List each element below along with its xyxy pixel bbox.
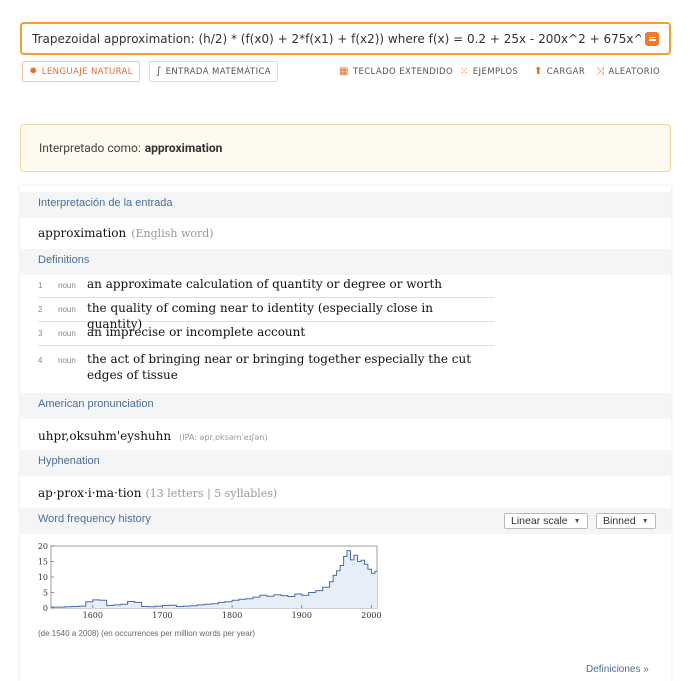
definition-pos: noun	[58, 305, 76, 314]
hyphenation-info: (13 letters | 5 syllables)	[145, 487, 278, 500]
pronunciation-ipa: (IPA: əprˌɒksəmˈeɪʃən)	[179, 433, 268, 442]
y-tick-label: 20	[38, 542, 48, 551]
natural-language-mode-button[interactable]: ✹ LENGUAJE NATURAL	[22, 61, 140, 82]
math-input-mode-button[interactable]: ∫ ENTRADA MATEMÁTICA	[149, 61, 279, 82]
x-tick-label: 2000	[361, 611, 381, 620]
x-tick-label: 1600	[83, 611, 103, 620]
pod-title-input: Interpretación de la entrada	[20, 192, 671, 218]
results-panel: Interpretación de la entrada approximati…	[20, 186, 671, 681]
search-box[interactable]	[20, 22, 671, 55]
scale-dropdown-label: Linear scale	[511, 515, 568, 527]
pronunciation-text: uhpr,oksuhm'eyshuhn	[38, 429, 172, 443]
random-link[interactable]: ⤨ ALEATORIO	[596, 66, 660, 77]
y-tick-label: 10	[38, 573, 48, 582]
y-tick-label: 0	[43, 604, 48, 613]
extended-keyboard-link[interactable]: ▦ TECLADO EXTENDIDO	[339, 66, 453, 77]
definition-row: 3 noun an imprecise or incomplete accoun…	[38, 322, 494, 346]
definition-row: 2 noun the quality of coming near to ide…	[38, 298, 494, 331]
definition-text: an approximate calculation of quantity o…	[87, 277, 443, 291]
definitions-more-link[interactable]: Definiciones »	[586, 664, 649, 675]
shuffle-icon: ⤨	[596, 66, 605, 77]
pod-title-pronunciation: American pronunciation	[20, 393, 671, 419]
pronunciation: uhpr,oksuhm'eyshuhn (IPA: əprˌɒksəmˈeɪʃən…	[38, 425, 267, 444]
definition-row: 4 noun the act of bringing near or bring…	[38, 346, 494, 388]
examples-link[interactable]: ⁙ EJEMPLOS	[460, 66, 518, 77]
binning-dropdown-label: Binned	[603, 515, 636, 527]
word-frequency-chart: 0 5 10 15 20 1600 1700 1800 1900 2000	[38, 542, 382, 620]
chart-caption: (de 1540 a 2008) (en occurrences per mil…	[38, 629, 255, 638]
input-word-hint: (English word)	[131, 227, 214, 240]
submit-button[interactable]	[645, 31, 659, 46]
interpretation-prefix: Interpretado como:	[39, 141, 141, 155]
pod-title-definitions: Definitions	[20, 249, 671, 275]
upload-link[interactable]: ⬆ CARGAR	[534, 66, 585, 77]
chevron-down-icon: ▼	[573, 517, 581, 525]
scale-dropdown[interactable]: Linear scale ▼	[504, 513, 588, 529]
binning-dropdown[interactable]: Binned ▼	[596, 513, 656, 529]
x-tick-label: 1900	[292, 611, 312, 620]
integral-icon: ∫	[156, 66, 162, 77]
definition-number: 2	[38, 305, 43, 314]
pod-title-hyphenation: Hyphenation	[20, 450, 671, 476]
interpretation-term[interactable]: approximation	[145, 141, 223, 155]
y-tick-label: 5	[43, 589, 48, 598]
definition-text: the act of bringing near or bringing tog…	[87, 352, 472, 382]
interpretation-banner: Interpretado como: approximation	[20, 124, 671, 172]
definition-pos: noun	[58, 281, 76, 290]
definition-number: 3	[38, 329, 43, 338]
search-input[interactable]	[32, 31, 641, 46]
definition-text: an imprecise or incomplete account	[87, 325, 306, 339]
hyphenation: ap·prox·i·ma·tion (13 letters | 5 syllabl…	[38, 482, 277, 501]
chevron-down-icon: ▼	[641, 517, 649, 525]
input-toolbar: ✹ LENGUAJE NATURAL ∫ ENTRADA MATEMÁTICA …	[22, 61, 672, 83]
input-word: approximation	[38, 226, 127, 240]
grid-icon: ⁙	[460, 66, 469, 77]
math-input-label: ENTRADA MATEMÁTICA	[165, 66, 272, 77]
definition-row: 1 noun an approximate calculation of qua…	[38, 274, 494, 298]
extended-keyboard-label: TECLADO EXTENDIDO	[352, 66, 454, 77]
random-label: ALEATORIO	[608, 66, 661, 77]
hyphenation-text: ap·prox·i·ma·tion	[38, 486, 142, 500]
natural-language-label: LENGUAJE NATURAL	[41, 66, 133, 77]
definition-number: 4	[38, 356, 43, 365]
definition-number: 1	[38, 281, 43, 290]
gear-icon: ✹	[29, 66, 38, 77]
upload-icon: ⬆	[534, 66, 543, 77]
x-tick-label: 1800	[222, 611, 242, 620]
input-interpretation: approximation (English word)	[38, 222, 214, 241]
examples-label: EJEMPLOS	[472, 66, 519, 77]
y-tick-label: 15	[38, 558, 48, 567]
x-tick-label: 1700	[152, 611, 172, 620]
keyboard-icon: ▦	[339, 66, 349, 77]
definition-pos: noun	[58, 329, 76, 338]
definition-pos: noun	[58, 356, 76, 365]
upload-label: CARGAR	[546, 66, 586, 77]
